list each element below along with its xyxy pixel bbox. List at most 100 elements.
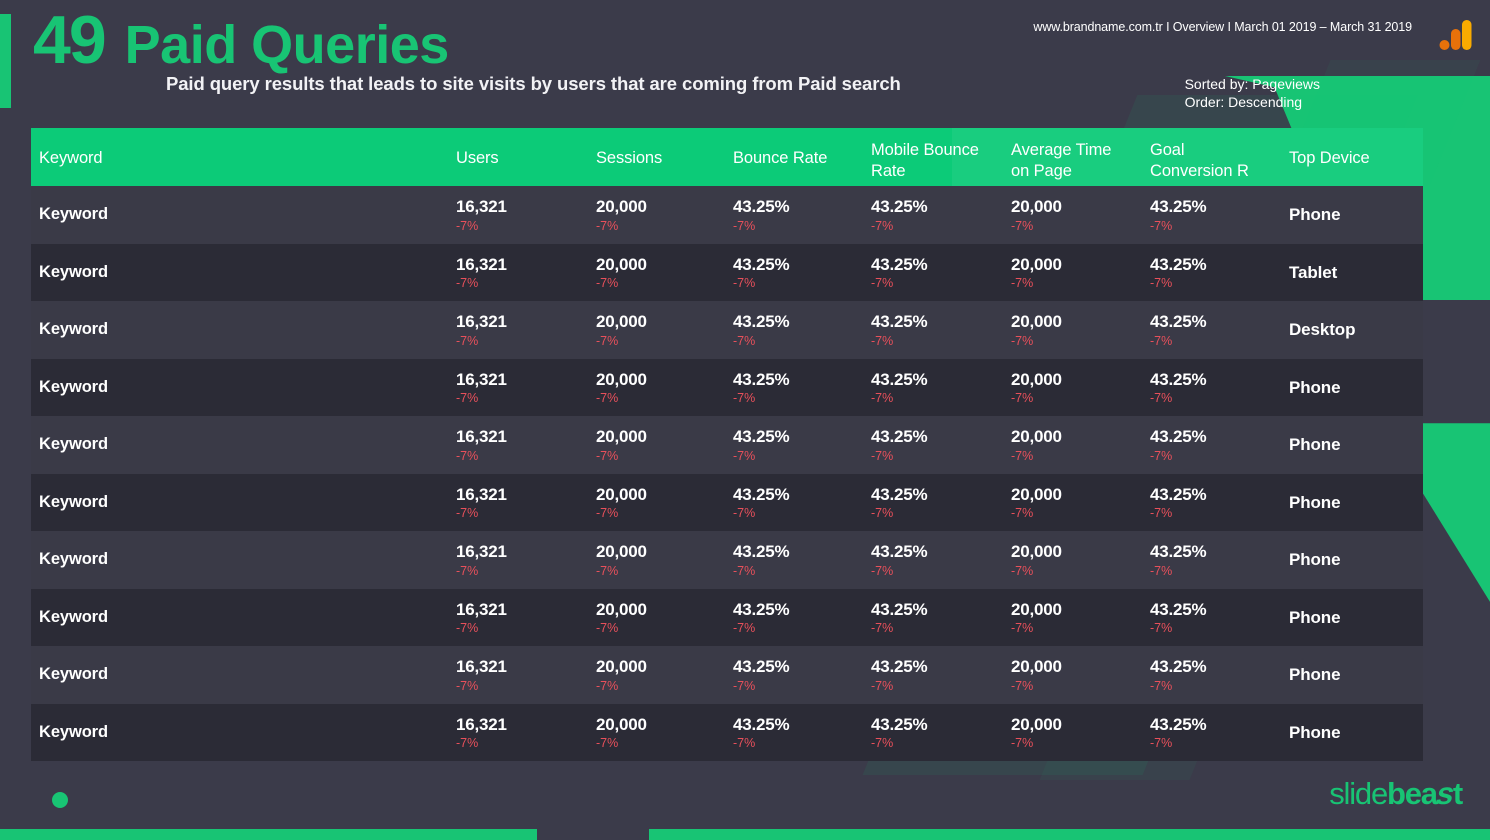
column-header-keyword[interactable]: Keyword xyxy=(39,148,103,169)
slidebeast-logo[interactable]: slidebeast xyxy=(1329,776,1463,811)
column-header-sessions[interactable]: Sessions xyxy=(596,148,662,169)
cell-value: 20,000 xyxy=(1011,197,1062,216)
cell-metric-average-time-on-page: 20,000 -7% xyxy=(1011,600,1062,637)
table-row[interactable]: Keyword 16,321 -7% 20,000 -7% 43.25% -7% 43.25%… xyxy=(31,243,1423,301)
cell-value: 20,000 xyxy=(596,542,647,561)
table-row[interactable]: Keyword 16,321 -7% 20,000 -7% 43.25% -7% 43.25%… xyxy=(31,646,1423,704)
cell-metric-goal-conversion-rate: 43.25% -7% xyxy=(1150,427,1207,464)
cell-metric-mobile-bounce-rate: 43.25% -7% xyxy=(871,254,928,292)
column-header-mobile-bounce-rate[interactable]: Mobile Bounce Rate xyxy=(871,140,979,182)
table-body: Keyword 16,321 -7% 20,000 -7% 43.25% -7% 43.25%… xyxy=(31,186,1423,761)
column-header-top-device[interactable]: Top Device xyxy=(1289,148,1370,169)
table-row[interactable]: Keyword 16,321 -7% 20,000 -7% 43.25% -7% 43.25%… xyxy=(31,301,1423,359)
cell-metric-mobile-bounce-rate: 43.25% -7% xyxy=(871,657,928,694)
cell-top-device: Phone xyxy=(1289,205,1341,224)
cell-metric-sessions: 20,000 -7% xyxy=(596,427,647,464)
cell-delta: -7% xyxy=(1011,621,1034,636)
cell-value: 43.25% xyxy=(871,484,928,504)
cell-metric-average-time-on-page: 20,000 -7% xyxy=(1011,370,1062,407)
cell-delta: -7% xyxy=(456,736,479,751)
cell-metric-average-time-on-page: 20,000 -7% xyxy=(1011,485,1062,522)
cell-delta: -7% xyxy=(596,448,619,463)
cell-top-device: Phone xyxy=(1289,665,1341,684)
table-row[interactable]: Keyword 16,321 -7% 20,000 -7% 43.25% -7% 43.25%… xyxy=(31,186,1423,244)
cell-value: 16,321 xyxy=(456,542,507,561)
cell-metric-mobile-bounce-rate: 43.25% -7% xyxy=(871,427,928,464)
cell-metric-goal-conversion-rate: 43.25% -7% xyxy=(1150,600,1207,637)
cell-value: 20,000 xyxy=(1011,312,1062,331)
cell-value: 16,321 xyxy=(456,369,507,389)
cell-delta: -7% xyxy=(871,736,894,751)
table-row[interactable]: Keyword 16,321 -7% 20,000 -7% 43.25% -7% 43.25%… xyxy=(31,473,1423,531)
cell-value: 43.25% xyxy=(871,254,928,274)
cell-top-device: Phone xyxy=(1289,492,1341,512)
cell-delta: -7% xyxy=(596,563,619,578)
column-header-goal-conversion-rate[interactable]: Goal Conversion R xyxy=(1150,140,1249,182)
cell-metric-goal-conversion-rate: 43.25% -7% xyxy=(1150,197,1207,234)
cell-metric-goal-conversion-rate: 43.25% -7% xyxy=(1150,312,1207,349)
cell-metric-sessions: 20,000 -7% xyxy=(596,657,647,694)
table-header-row: Keyword Users Sessions Bounce Rate Mobil… xyxy=(31,128,1423,186)
cell-value: 43.25% xyxy=(1150,427,1207,446)
cell-metric-average-time-on-page: 20,000 -7% xyxy=(1011,427,1062,464)
cell-metric-users: 16,321 -7% xyxy=(456,715,507,752)
data-table: Keyword Users Sessions Bounce Rate Mobil… xyxy=(31,128,1423,761)
cell-keyword: Keyword xyxy=(39,492,108,511)
cell-metric-users: 16,321 -7% xyxy=(456,427,507,464)
metric-count: 49 xyxy=(33,2,107,78)
cell-delta: -7% xyxy=(871,678,894,693)
cell-metric-sessions: 20,000 -7% xyxy=(596,542,647,579)
left-accent-bar xyxy=(0,14,11,108)
cell-delta: -7% xyxy=(1150,276,1173,291)
cell-value: 20,000 xyxy=(596,197,647,216)
google-analytics-icon xyxy=(1439,20,1472,50)
cell-value: 43.25% xyxy=(1150,714,1207,734)
cell-value: 43.25% xyxy=(733,657,790,676)
cell-delta: -7% xyxy=(456,448,479,463)
cell-value: 16,321 xyxy=(456,714,507,734)
cell-metric-users: 16,321 -7% xyxy=(456,485,507,522)
table-row[interactable]: Keyword 16,321 -7% 20,000 -7% 43.25% -7% 43.25%… xyxy=(31,358,1423,416)
table-row[interactable]: Keyword 16,321 -7% 20,000 -7% 43.25% -7% 43.25%… xyxy=(31,703,1423,761)
cell-value: 20,000 xyxy=(1011,657,1062,676)
cell-metric-bounce-rate: 43.25% -7% xyxy=(733,542,790,579)
sort-info: Sorted by: Pageviews Order: Descending xyxy=(1185,76,1320,112)
cell-metric-users: 16,321 -7% xyxy=(456,370,507,407)
cell-metric-mobile-bounce-rate: 43.25% -7% xyxy=(871,312,928,349)
column-header-average-time-on-page[interactable]: Average Time on Page xyxy=(1011,140,1111,182)
cell-value: 43.25% xyxy=(871,714,928,734)
column-header-bounce-rate[interactable]: Bounce Rate xyxy=(733,148,827,169)
cell-metric-sessions: 20,000 -7% xyxy=(596,600,647,637)
cell-metric-users: 16,321 -7% xyxy=(456,542,507,579)
cell-metric-average-time-on-page: 20,000 -7% xyxy=(1011,715,1062,752)
cell-value: 20,000 xyxy=(1011,542,1062,561)
table-row[interactable]: Keyword 16,321 -7% 20,000 -7% 43.25% -7% 43.25%… xyxy=(31,588,1423,646)
cell-keyword: Keyword xyxy=(39,262,108,281)
page-subtitle: Paid query results that leads to site vi… xyxy=(166,73,901,94)
cell-value: 20,000 xyxy=(596,312,647,331)
page-title: Paid Queries xyxy=(124,15,450,75)
cell-delta: -7% xyxy=(871,333,894,348)
cell-metric-sessions: 20,000 -7% xyxy=(596,715,647,752)
cell-metric-bounce-rate: 43.25% -7% xyxy=(733,255,790,292)
cell-metric-sessions: 20,000 -7% xyxy=(596,370,647,407)
bottom-bar-gap xyxy=(537,829,649,840)
cell-keyword: Keyword xyxy=(39,550,108,568)
cell-top-device: Tablet xyxy=(1289,262,1338,282)
cell-value: 43.25% xyxy=(733,197,790,216)
cell-value: 43.25% xyxy=(733,599,790,619)
cell-value: 16,321 xyxy=(456,657,507,676)
cell-delta: -7% xyxy=(871,506,894,521)
cell-delta: -7% xyxy=(1011,736,1034,751)
bottom-green-bar xyxy=(0,829,1490,840)
cell-top-device: Phone xyxy=(1289,550,1341,569)
cell-metric-mobile-bounce-rate: 43.25% -7% xyxy=(871,370,928,407)
table-row[interactable]: Keyword 16,321 -7% 20,000 -7% 43.25% -7% 43.25%… xyxy=(31,416,1423,474)
cell-delta: -7% xyxy=(1011,391,1034,406)
cell-delta: -7% xyxy=(1011,678,1034,693)
cell-delta: -7% xyxy=(1150,218,1173,233)
cell-metric-mobile-bounce-rate: 43.25% -7% xyxy=(871,484,928,522)
cell-metric-mobile-bounce-rate: 43.25% -7% xyxy=(871,600,928,637)
table-row[interactable]: Keyword 16,321 -7% 20,000 -7% 43.25% -7% 43.25%… xyxy=(31,531,1423,589)
column-header-users[interactable]: Users xyxy=(456,148,499,169)
